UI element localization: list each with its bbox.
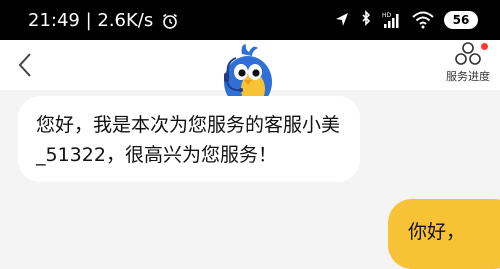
status-icons: HD 56 [334, 9, 478, 31]
back-button[interactable] [14, 50, 38, 80]
battery-icon: 56 [444, 11, 478, 29]
svg-text:HD: HD [382, 12, 392, 19]
agent-message-bubble: 您好，我是本次为您服务的客服小美 _51322，很高兴为您服务！ [18, 96, 360, 182]
wifi-icon [412, 11, 434, 29]
user-message-text: 你好， [408, 221, 466, 243]
bluetooth-icon [360, 10, 372, 30]
service-progress-button[interactable]: 服务进度 [444, 41, 492, 86]
agent-message-line-2: _51322，很高兴为您服务！ [36, 144, 277, 166]
hd-signal-icon: HD [382, 10, 402, 30]
status-left: 21:49 | 2.6K/s [28, 10, 179, 32]
location-arrow-icon [334, 11, 350, 29]
user-message-bubble: 你好， [388, 199, 500, 269]
notification-dot [481, 43, 488, 50]
agent-message-line-1: 您好，我是本次为您服务的客服小美 [36, 114, 341, 136]
service-progress-label: 服务进度 [446, 70, 490, 83]
chevron-left-icon [18, 53, 31, 77]
alarm-clock-icon [161, 12, 179, 30]
time-network-speed: 21:49 | 2.6K/s [28, 10, 154, 31]
status-bar: 21:49 | 2.6K/s HD 56 [0, 0, 500, 40]
